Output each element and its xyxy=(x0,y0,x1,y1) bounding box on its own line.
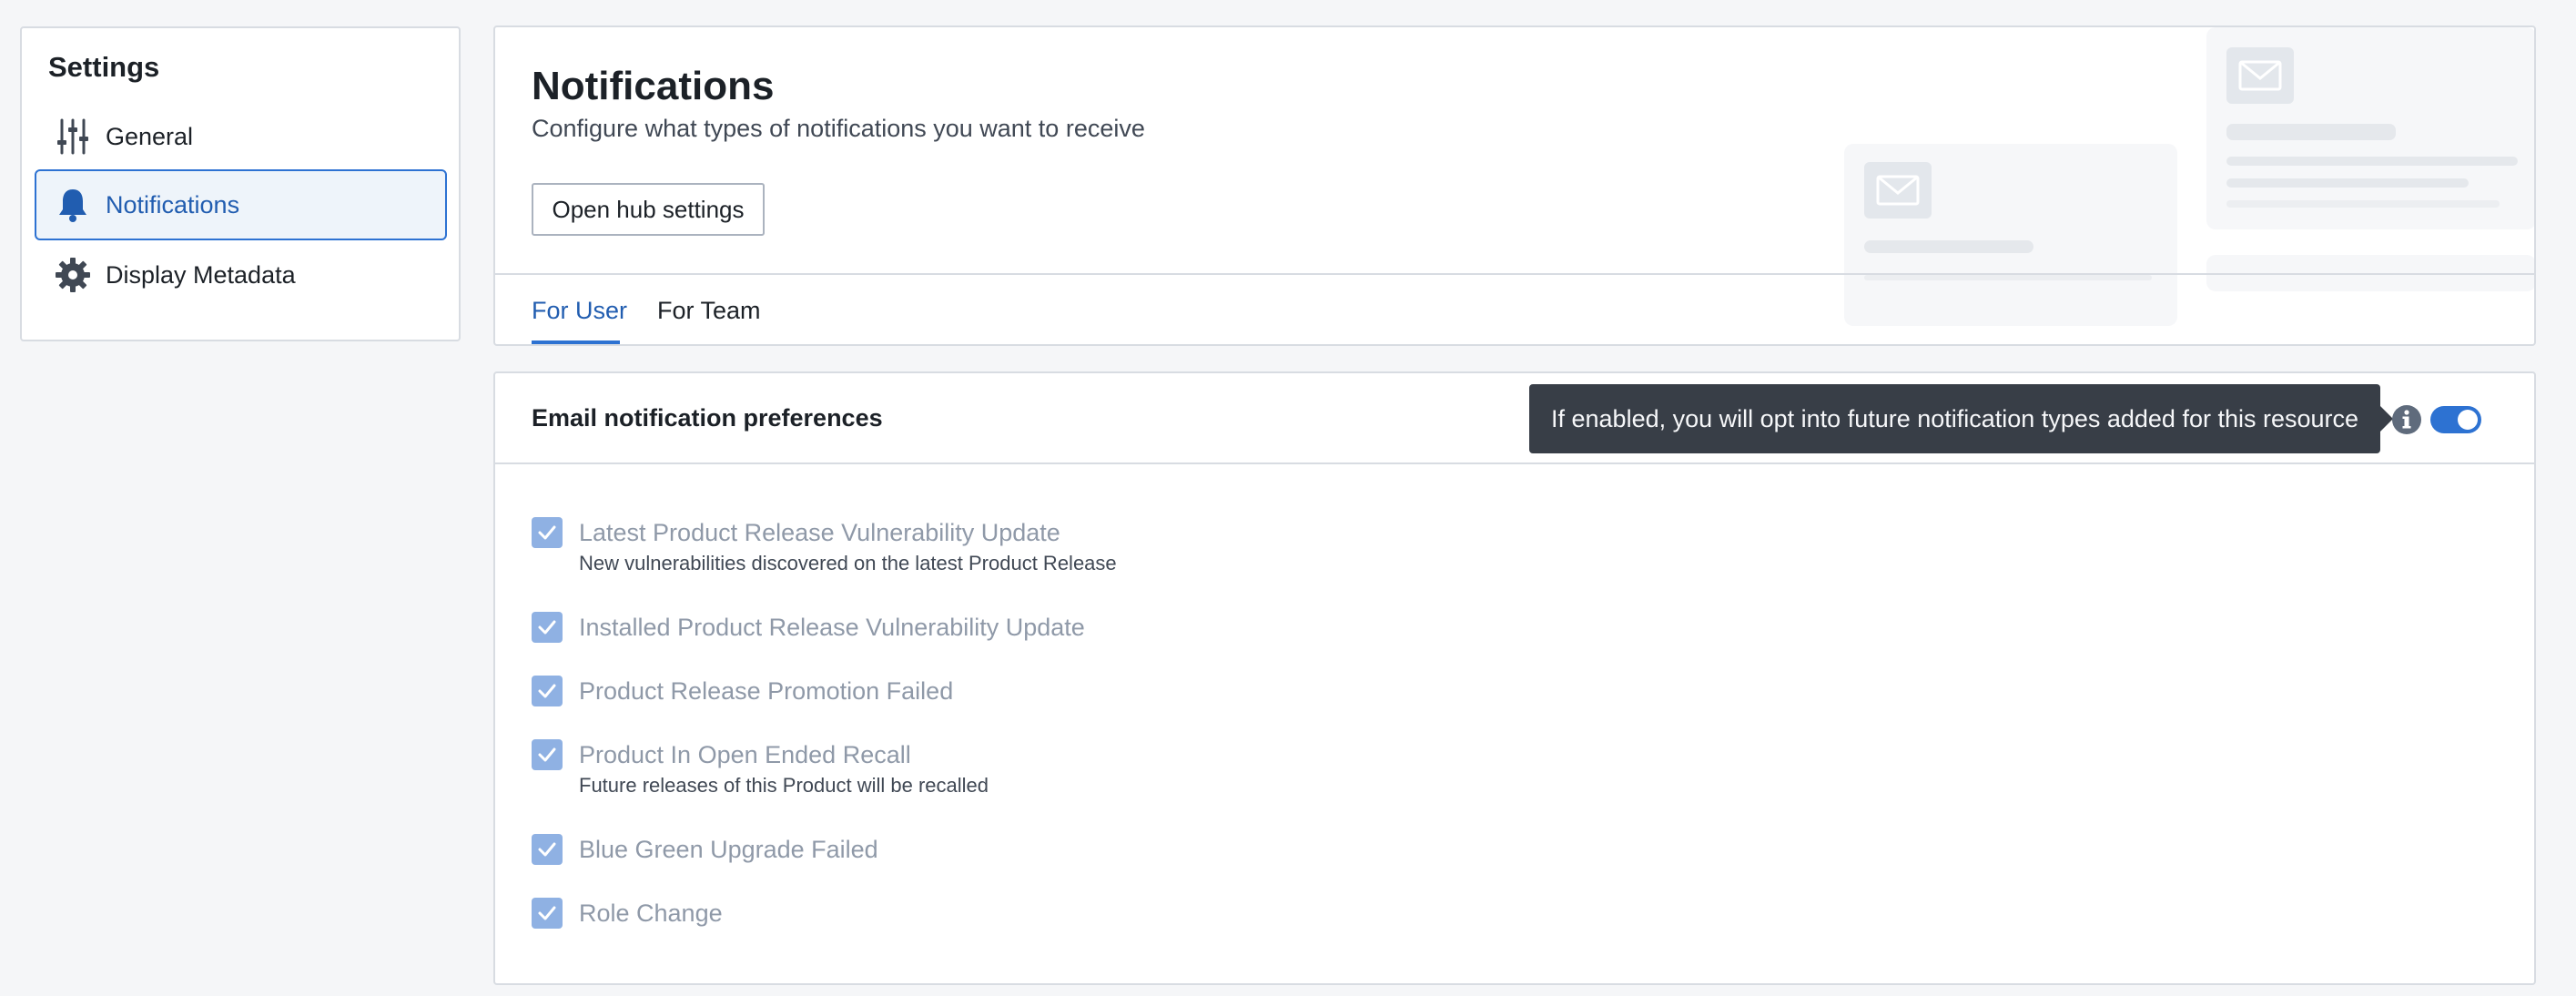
toggle-knob xyxy=(2458,410,2478,430)
bell-icon xyxy=(55,187,91,223)
illustration-card xyxy=(2206,27,2534,229)
open-hub-settings-button[interactable]: Open hub settings xyxy=(532,183,765,236)
checkbox-label: Installed Product Release Vulnerability … xyxy=(579,614,1085,641)
tab-for-user[interactable]: For User xyxy=(532,297,627,325)
notifications-header-panel: Notifications Configure what types of no… xyxy=(493,25,2536,346)
checkbox[interactable] xyxy=(532,612,563,643)
email-preferences-panel: Email notification preferences If enable… xyxy=(493,371,2536,985)
gear-icon xyxy=(55,257,91,293)
tab-for-team[interactable]: For Team xyxy=(657,297,761,325)
checkbox-label: Blue Green Upgrade Failed xyxy=(579,836,878,863)
sidebar-item-label: General xyxy=(106,122,194,150)
checkbox-label: Latest Product Release Vulnerability Upd… xyxy=(579,519,1060,546)
sliders-icon xyxy=(55,118,91,155)
selected-tab-indicator xyxy=(532,340,620,344)
sidebar-item-display-metadata[interactable]: Display Metadata xyxy=(35,239,447,310)
divider xyxy=(495,273,2534,275)
illustration-card xyxy=(1844,144,2177,326)
checkbox-label: Role Change xyxy=(579,899,723,927)
checkbox-description: New vulnerabilities discovered on the la… xyxy=(579,552,1117,574)
checkbox[interactable] xyxy=(532,898,563,929)
checkbox[interactable] xyxy=(532,739,563,770)
envelope-icon xyxy=(2226,47,2294,104)
checkbox-label: Product In Open Ended Recall xyxy=(579,741,911,768)
envelope-icon xyxy=(1864,162,1932,219)
divider xyxy=(495,462,2534,464)
sidebar-item-label: Display Metadata xyxy=(106,260,296,289)
checkbox-description: Future releases of this Product will be … xyxy=(579,774,989,797)
checkbox-label: Product Release Promotion Failed xyxy=(579,677,954,705)
info-tooltip: If enabled, you will opt into future not… xyxy=(1529,384,2394,453)
checkbox[interactable] xyxy=(532,834,563,865)
future-notifications-toggle[interactable] xyxy=(2430,406,2481,433)
page-title: Notifications xyxy=(532,64,775,108)
sidebar-item-label: Notifications xyxy=(106,190,240,219)
sidebar-title: Settings xyxy=(48,51,160,83)
page-subtitle: Configure what types of notifications yo… xyxy=(532,115,1145,142)
section-title: Email notification preferences xyxy=(532,404,883,432)
checkbox[interactable] xyxy=(532,676,563,706)
checkbox[interactable] xyxy=(532,517,563,548)
info-icon[interactable] xyxy=(2391,404,2422,435)
settings-sidebar: Settings General Notifications Display M… xyxy=(20,26,461,341)
sidebar-item-notifications[interactable]: Notifications xyxy=(35,169,447,240)
sidebar-item-general[interactable]: General xyxy=(35,101,447,172)
